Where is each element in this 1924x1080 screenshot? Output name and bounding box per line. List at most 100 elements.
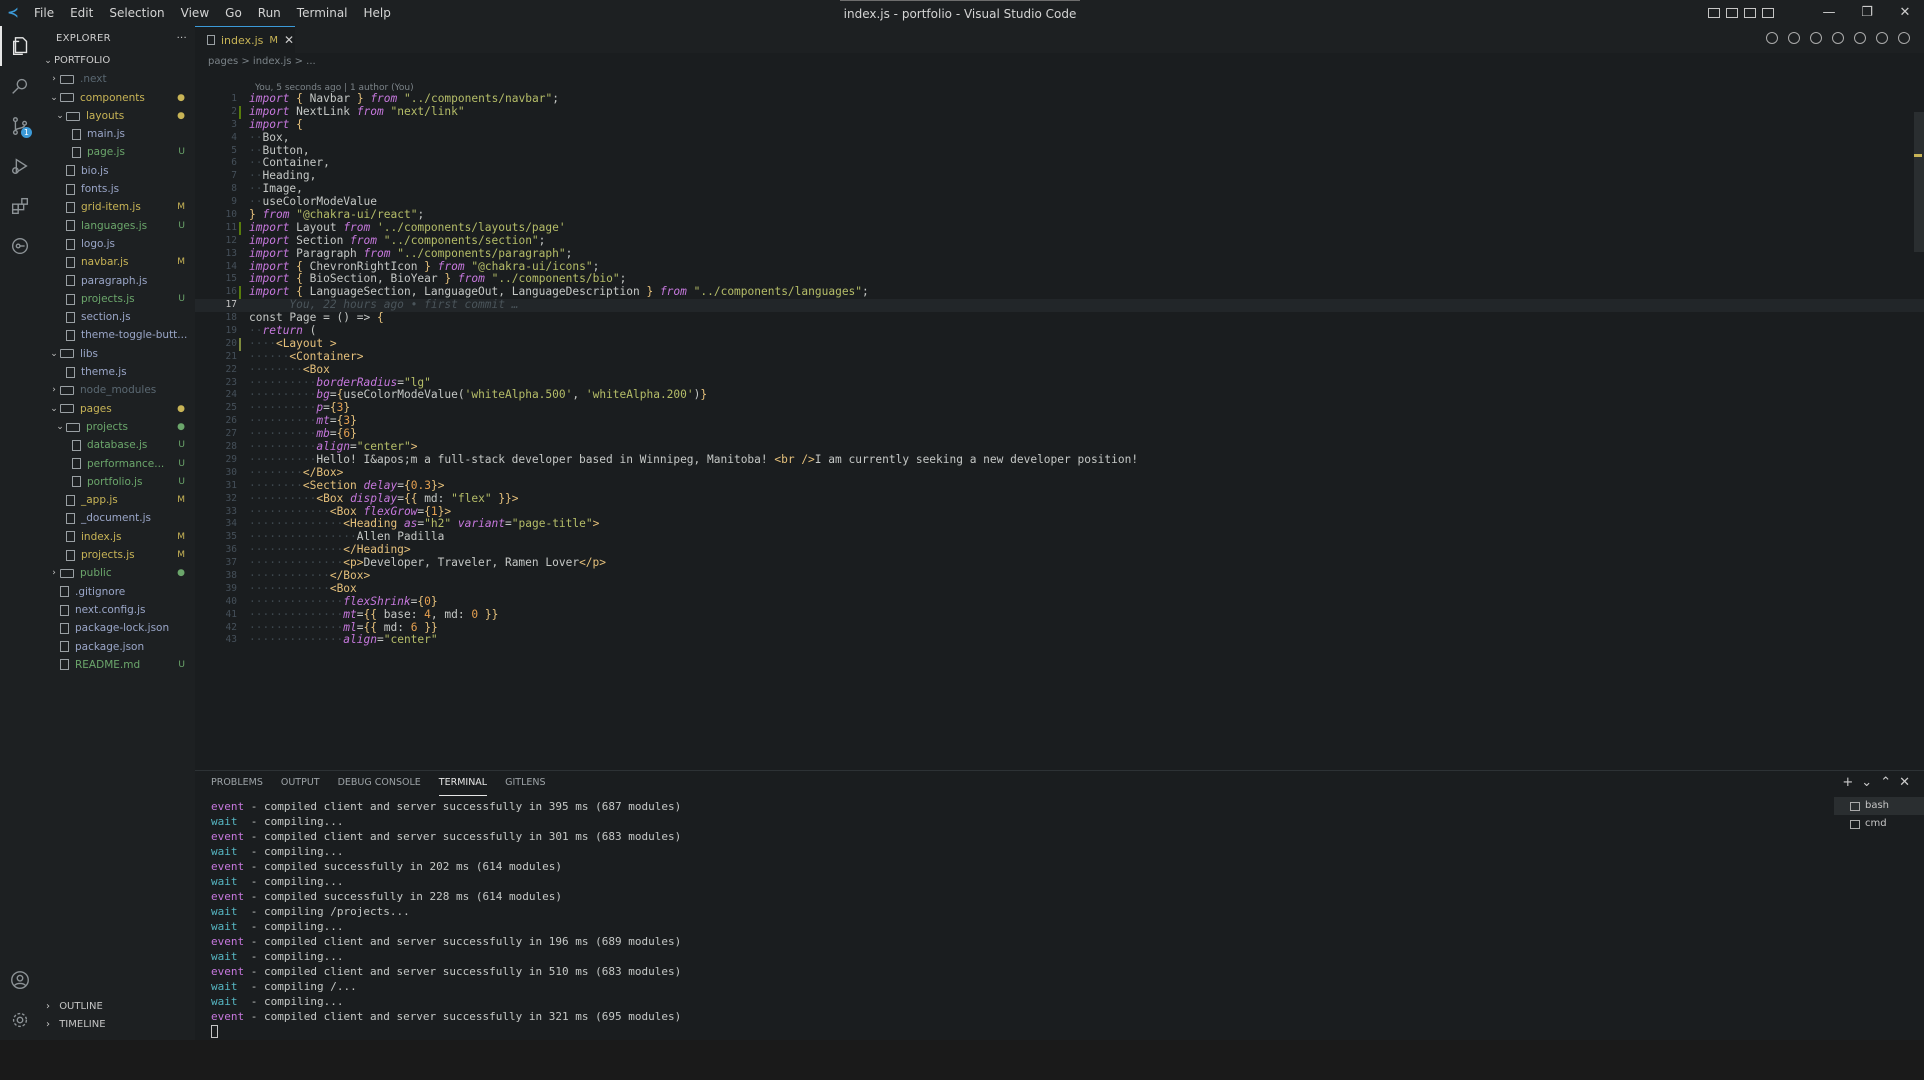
more-actions-icon[interactable] bbox=[1898, 32, 1910, 44]
maximize-panel-icon[interactable]: ⌃ bbox=[1880, 775, 1891, 790]
minimize-icon[interactable]: — bbox=[1810, 0, 1848, 26]
toggle-panel-icon[interactable] bbox=[1726, 8, 1738, 18]
run-debug-icon[interactable] bbox=[0, 146, 40, 186]
settings-icon[interactable] bbox=[0, 1000, 40, 1040]
file-item[interactable]: projects.js M bbox=[40, 546, 195, 564]
file-item[interactable]: section.js bbox=[40, 308, 195, 326]
code-line[interactable]: 40 ··············flexShrink={0} bbox=[195, 595, 1924, 609]
menu-item-edit[interactable]: Edit bbox=[62, 0, 101, 26]
file-item[interactable]: package.json bbox=[40, 638, 195, 656]
open-changes-icon[interactable] bbox=[1810, 32, 1822, 44]
file-item[interactable]: _app.js M bbox=[40, 491, 195, 509]
code-line[interactable]: 24 ··········bg={useColorModeValue('white… bbox=[195, 389, 1924, 402]
gitlens-icon[interactable] bbox=[0, 226, 40, 266]
file-item[interactable]: index.js M bbox=[40, 528, 195, 546]
search-icon[interactable] bbox=[0, 66, 40, 106]
terminal-dropdown-icon[interactable]: ⌄ bbox=[1861, 775, 1872, 790]
tab-gitlens[interactable]: GITLENS bbox=[505, 771, 545, 795]
timeline-section[interactable]: › TIMELINE bbox=[40, 1016, 195, 1034]
code-line[interactable]: 20 ····<Layout > bbox=[195, 337, 1924, 351]
code-line[interactable]: 8 ··Image, bbox=[195, 182, 1924, 196]
menu-item-go[interactable]: Go bbox=[217, 0, 250, 26]
folder-item[interactable]: ⌄ layouts ● bbox=[40, 107, 195, 125]
file-item[interactable]: _document.js bbox=[40, 509, 195, 527]
restore-icon[interactable]: ❐ bbox=[1848, 0, 1886, 26]
file-item[interactable]: portfolio.js U bbox=[40, 473, 195, 491]
file-item[interactable]: fonts.js bbox=[40, 180, 195, 198]
file-item[interactable]: logo.js bbox=[40, 235, 195, 253]
tab-terminal[interactable]: TERMINAL bbox=[438, 771, 488, 796]
folder-item[interactable]: ⌄ libs bbox=[40, 345, 195, 363]
file-item[interactable]: navbar.js M bbox=[40, 253, 195, 271]
tab-index-js[interactable]: index.js M ✕ bbox=[195, 26, 295, 53]
code-line[interactable]: 3 import { bbox=[195, 118, 1924, 132]
code-line[interactable]: 2 import NextLink from "next/link" bbox=[195, 105, 1924, 119]
code-line[interactable]: 22 ········<Box bbox=[195, 363, 1924, 377]
code-line[interactable]: 34 ··············<Heading as="h2" variant… bbox=[195, 517, 1924, 531]
menu-item-selection[interactable]: Selection bbox=[101, 0, 172, 26]
tab-problems[interactable]: PROBLEMS bbox=[211, 771, 263, 795]
code-line[interactable]: 32 ··········<Box display={{ md: "flex" }… bbox=[195, 492, 1924, 506]
new-terminal-icon[interactable]: + bbox=[1842, 775, 1853, 790]
code-line[interactable]: 5 ··Button, bbox=[195, 144, 1924, 158]
code-line[interactable]: 39 ············<Box bbox=[195, 582, 1924, 596]
code-line[interactable]: 4 ··Box, bbox=[195, 131, 1924, 145]
code-line[interactable]: 41 ··············mt={{ base: 4, md: 0 }} bbox=[195, 608, 1924, 622]
git-compare-icon[interactable] bbox=[1766, 32, 1778, 44]
code-line[interactable]: 35 ················Allen Padilla bbox=[195, 530, 1924, 544]
code-line[interactable]: 26 ··········mt={3} bbox=[195, 414, 1924, 428]
customize-layout-icon[interactable] bbox=[1762, 8, 1774, 18]
outline-section[interactable]: › OUTLINE bbox=[40, 998, 195, 1016]
file-item[interactable]: main.js bbox=[40, 125, 195, 143]
file-item[interactable]: grid-item.js M bbox=[40, 198, 195, 216]
breadcrumb[interactable]: pages > index.js > ... bbox=[195, 53, 1924, 70]
toggle-sidebar-icon[interactable] bbox=[1708, 8, 1720, 18]
code-line[interactable]: 17 You, 22 hours ago • first commit … bbox=[195, 298, 1924, 313]
folder-item[interactable]: ⌄ projects ● bbox=[40, 418, 195, 436]
source-control-icon[interactable]: 1 bbox=[0, 106, 40, 146]
toggle-secondary-sidebar-icon[interactable] bbox=[1744, 8, 1756, 18]
file-item[interactable]: database.js U bbox=[40, 436, 195, 454]
split-editor-icon[interactable] bbox=[1876, 32, 1888, 44]
explorer-icon[interactable] bbox=[0, 26, 40, 66]
menu-item-help[interactable]: Help bbox=[356, 0, 399, 26]
code-line[interactable]: 7 ··Heading, bbox=[195, 169, 1924, 183]
folder-item[interactable]: › node_modules bbox=[40, 381, 195, 399]
file-item[interactable]: projects.js U bbox=[40, 290, 195, 308]
file-item[interactable]: .gitignore bbox=[40, 583, 195, 601]
code-line[interactable]: 43 ··············align="center" bbox=[195, 633, 1924, 647]
extensions-icon[interactable] bbox=[0, 186, 40, 226]
code-line[interactable]: 30 ········</Box> bbox=[195, 466, 1924, 480]
tab-output[interactable]: OUTPUT bbox=[281, 771, 320, 795]
workspace-root[interactable]: ⌄ PORTFOLIO bbox=[40, 52, 195, 70]
code-editor[interactable]: 1 import { Navbar } from "../components/n… bbox=[195, 92, 1924, 770]
menu-item-view[interactable]: View bbox=[173, 0, 217, 26]
file-item[interactable]: page.js U bbox=[40, 143, 195, 161]
terminal-instance-bash[interactable]: bash bbox=[1834, 797, 1924, 815]
file-item[interactable]: README.md U bbox=[40, 656, 195, 674]
code-line[interactable]: 29 ··········Hello! I&apos;m a full-stack… bbox=[195, 453, 1924, 467]
file-item[interactable]: bio.js bbox=[40, 162, 195, 180]
code-line[interactable]: 25 ··········p={3} bbox=[195, 401, 1924, 415]
file-item[interactable]: theme.js bbox=[40, 363, 195, 381]
code-line[interactable]: 38 ············</Box> bbox=[195, 569, 1924, 583]
next-revision-icon[interactable] bbox=[1832, 32, 1844, 44]
menu-item-file[interactable]: File bbox=[26, 0, 62, 26]
toggle-blame-icon[interactable] bbox=[1854, 32, 1866, 44]
file-item[interactable]: next.config.js bbox=[40, 601, 195, 619]
file-item[interactable]: languages.js U bbox=[40, 217, 195, 235]
code-line[interactable]: 21 ······<Container> bbox=[195, 350, 1924, 364]
close-icon[interactable]: ✕ bbox=[284, 33, 294, 47]
previous-revision-icon[interactable] bbox=[1788, 32, 1800, 44]
folder-item[interactable]: › public ● bbox=[40, 564, 195, 582]
code-line[interactable]: 9 ··useColorModeValue bbox=[195, 195, 1924, 209]
menu-item-terminal[interactable]: Terminal bbox=[289, 0, 356, 26]
terminal-instance-cmd[interactable]: cmd bbox=[1834, 815, 1924, 833]
code-line[interactable]: 19 ··return ( bbox=[195, 324, 1924, 338]
folder-item[interactable]: ⌄ components ● bbox=[40, 89, 195, 107]
code-line[interactable]: 28 ··········align="center"> bbox=[195, 440, 1924, 454]
close-icon[interactable]: ✕ bbox=[1886, 0, 1924, 26]
file-item[interactable]: performance... U bbox=[40, 455, 195, 473]
tab-debug-console[interactable]: DEBUG CONSOLE bbox=[338, 771, 421, 795]
code-line[interactable]: 37 ··············<p>Developer, Traveler, … bbox=[195, 556, 1924, 570]
